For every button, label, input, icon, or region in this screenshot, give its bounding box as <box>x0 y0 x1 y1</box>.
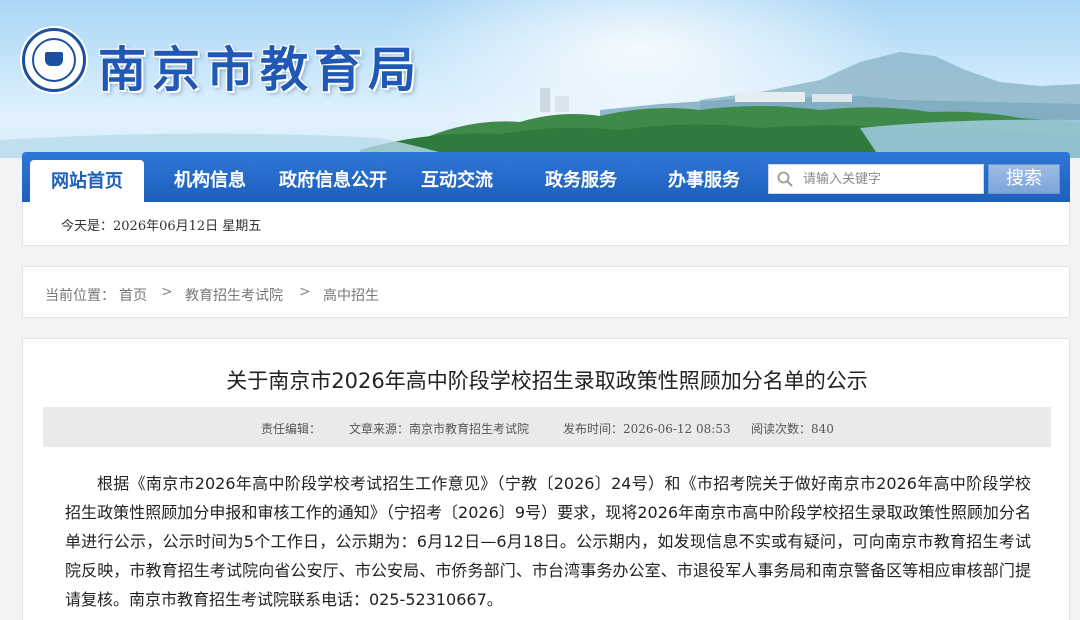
nav-item-home[interactable]: 网站首页 <box>30 160 144 202</box>
meta-source: 文章来源：南京市教育招生考试院 <box>349 422 530 436</box>
breadcrumb-high-school-link[interactable]: 高中招生 <box>323 285 379 305</box>
nav-item-government-services[interactable]: 政务服务 <box>545 152 617 202</box>
breadcrumb-home-link[interactable]: 首页 <box>119 285 147 305</box>
article-meta-bar: 责任编辑： 文章来源：南京市教育招生考试院 发布时间：2026-06-12 08… <box>43 407 1051 447</box>
current-date: 今天是：2026年06月12日 星期五 <box>61 219 262 234</box>
breadcrumb-separator: > <box>161 284 173 300</box>
meta-editor: 责任编辑： <box>261 422 322 436</box>
nav-item-government-info[interactable]: 政府信息公开 <box>279 152 387 202</box>
emblem-inner-ring <box>32 38 76 82</box>
breadcrumb: 当前位置： 首页 > 教育招生考试院 > 高中招生 <box>22 266 1070 318</box>
breadcrumb-separator: > <box>299 284 311 300</box>
article-body: 根据《南京市2026年高中阶段学校考试招生工作意见》（宁教〔2026〕24号）和… <box>65 474 1031 609</box>
site-title[interactable]: 南京市教育局 <box>98 30 422 100</box>
header-banner: 南京市教育局 <box>0 0 1080 158</box>
search-icon[interactable] <box>777 171 793 187</box>
nav-item-interaction[interactable]: 互动交流 <box>421 152 493 202</box>
breadcrumb-prefix: 当前位置： <box>45 288 115 304</box>
search-box <box>768 164 984 194</box>
article-title: 关于南京市2026年高中阶段学校招生录取政策性照顾加分名单的公示 <box>226 369 868 393</box>
article-panel: 关于南京市2026年高中阶段学校招生录取政策性照顾加分名单的公示 责任编辑： 文… <box>22 338 1070 620</box>
nav-item-affairs-services[interactable]: 办事服务 <box>668 152 740 202</box>
meta-view-count: 阅读次数：840 <box>751 422 834 436</box>
date-bar: 今天是：2026年06月12日 星期五 <box>22 202 1070 246</box>
nanjing-education-emblem-icon[interactable] <box>22 28 86 92</box>
main-navigation: 网站首页 机构信息 政府信息公开 互动交流 政务服务 办事服务 搜索 <box>22 152 1070 202</box>
breadcrumb-exam-institute-link[interactable]: 教育招生考试院 <box>185 285 283 305</box>
search-button[interactable]: 搜索 <box>988 164 1060 194</box>
nav-item-organization[interactable]: 机构信息 <box>174 152 246 202</box>
meta-published-time: 发布时间：2026-06-12 08:53 <box>563 422 731 436</box>
search-input[interactable] <box>803 168 979 190</box>
